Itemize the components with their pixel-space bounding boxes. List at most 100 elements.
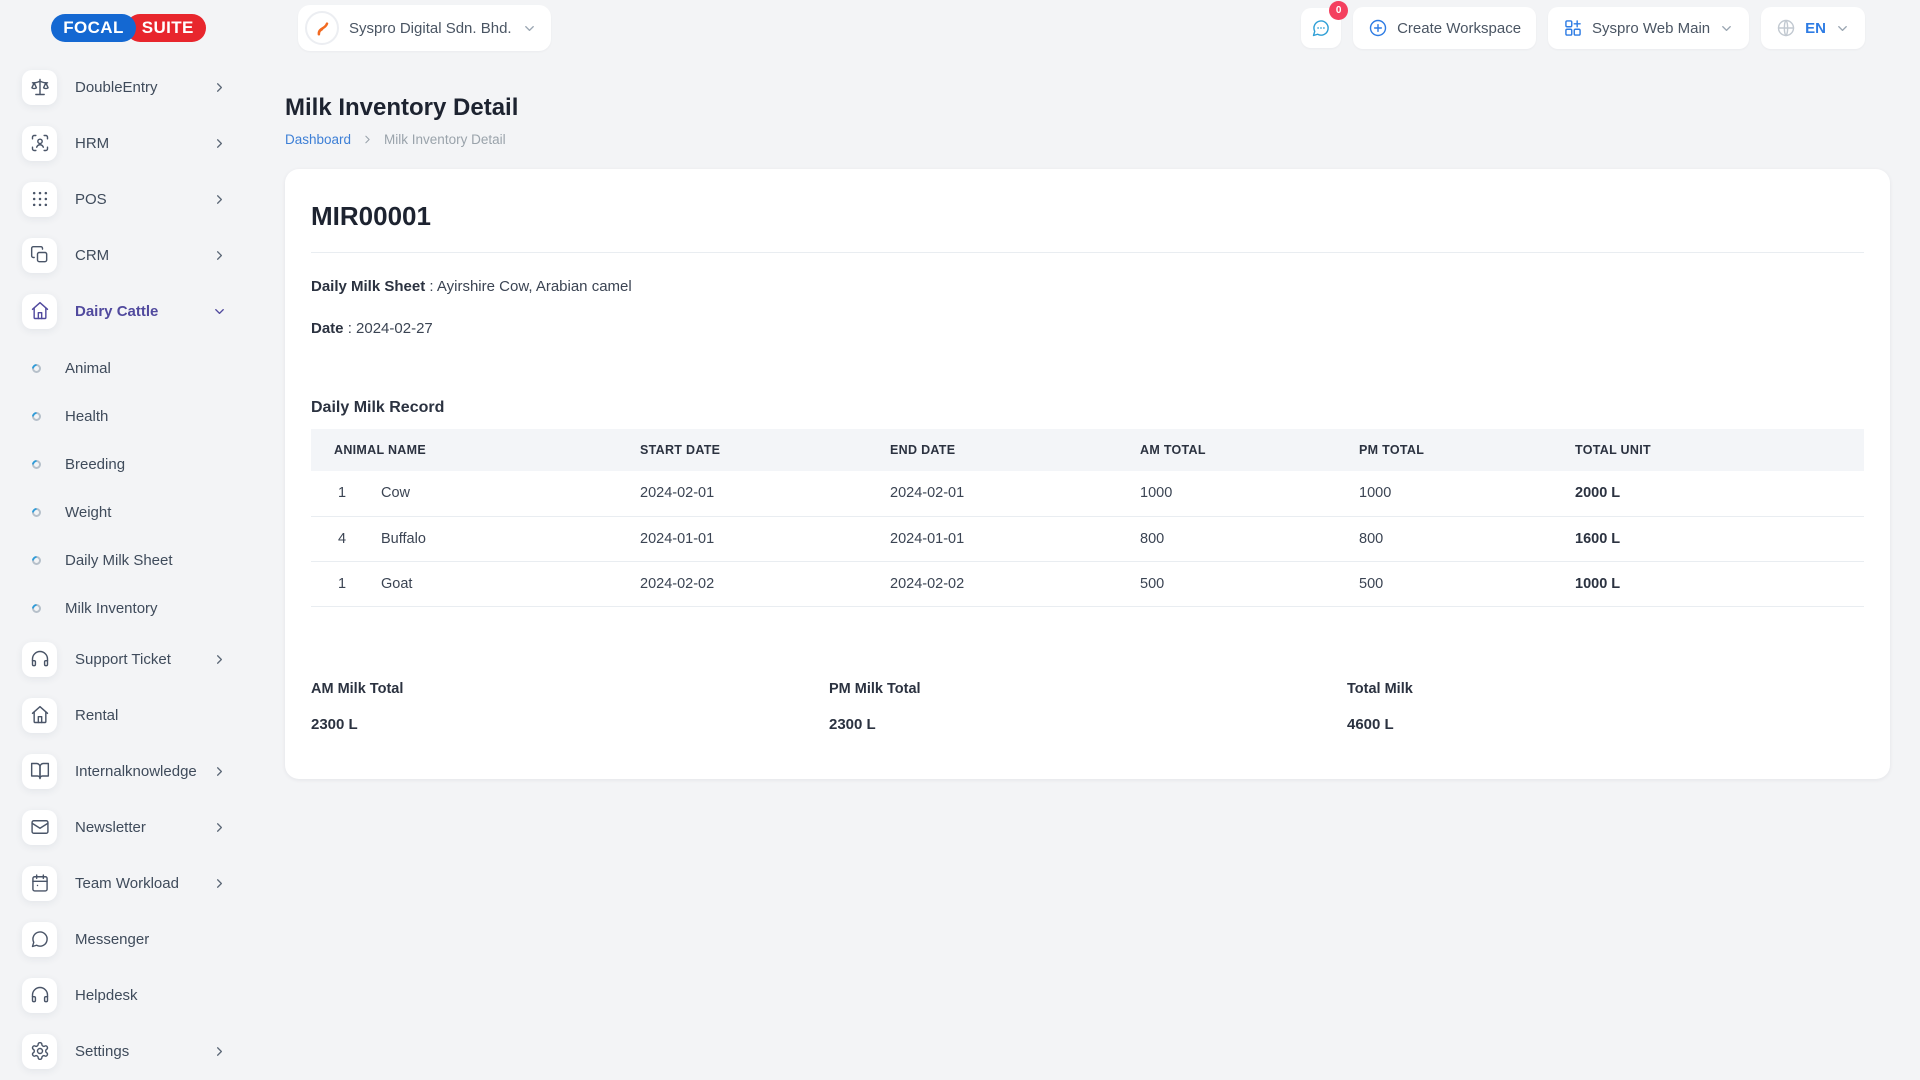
sidebar-item-label: Team Workload [75,875,179,892]
sidebar-item-label: Support Ticket [75,651,171,668]
pm-milk-total-block: PM Milk Total 2300 L [829,681,1347,733]
cell-qty: 1 [311,471,381,516]
pm-milk-total-value: 2300 L [829,716,1347,733]
daily-milk-record-table: ANIMAL NAME START DATE END DATE AM TOTAL… [311,429,1864,607]
sidebar-subitem-label: Animal [65,360,111,377]
language-selector[interactable]: EN [1761,7,1865,49]
chat-button[interactable]: 0 [1301,8,1341,48]
sidebar-subitem-label: Milk Inventory [65,600,158,617]
cell-am-total: 800 [1140,516,1359,561]
main-content: Milk Inventory Detail Dashboard Milk Inv… [257,56,1920,1080]
cell-end-date: 2024-01-01 [890,516,1140,561]
workspace-name: Syspro Web Main [1592,20,1710,37]
organization-selector[interactable]: Syspro Digital Sdn. Bhd. [298,5,551,51]
sidebar-subitem-label: Daily Milk Sheet [65,552,173,569]
user-scan-icon [22,126,57,161]
sidebar-item-label: POS [75,191,107,208]
cell-am-total: 1000 [1140,471,1359,516]
breadcrumb-current: Milk Inventory Detail [384,132,506,147]
workspace-selector[interactable]: Syspro Web Main [1548,7,1749,49]
cell-end-date: 2024-02-02 [890,561,1140,606]
cell-animal-name: Goat [381,561,640,606]
create-workspace-button[interactable]: Create Workspace [1353,7,1536,49]
am-milk-total-label: AM Milk Total [311,681,829,697]
bullet-icon [30,506,43,519]
home-icon [22,294,57,329]
sidebar-item-label: DoubleEntry [75,79,158,96]
sidebar-item-label: HRM [75,135,109,152]
sidebar-item-hrm[interactable]: HRM [22,120,257,166]
sidebar-item-rental[interactable]: Rental [22,692,257,738]
chevron-right-icon [212,764,227,779]
sidebar-item-team-workload[interactable]: Team Workload [22,860,257,906]
cell-total-unit: 2000 L [1575,471,1864,516]
daily-milk-sheet-label: Daily Milk Sheet [311,278,425,295]
record-code: MIR00001 [311,201,1864,232]
breadcrumb-dashboard-link[interactable]: Dashboard [285,132,351,147]
chat-badge: 0 [1329,1,1348,20]
plus-circle-icon [1368,18,1388,38]
sidebar-subitem-daily-milk-sheet[interactable]: Daily Milk Sheet [22,536,257,584]
sidebar-item-settings[interactable]: Settings [22,1028,257,1074]
total-milk-block: Total Milk 4600 L [1347,681,1864,733]
sidebar-item-helpdesk[interactable]: Helpdesk [22,972,257,1018]
col-header-start-date: START DATE [640,429,890,471]
bullet-icon [30,458,43,471]
chevron-down-icon [212,304,227,319]
sidebar-item-label: Settings [75,1043,129,1060]
chevron-right-icon [212,820,227,835]
organization-logo-icon [305,11,339,45]
daily-milk-sheet-line: Daily Milk Sheet : Ayirshire Cow, Arabia… [311,278,1864,295]
sidebar-item-messenger[interactable]: Messenger [22,916,257,962]
cell-pm-total: 800 [1359,516,1575,561]
sidebar-item-doubleentry[interactable]: DoubleEntry [22,64,257,110]
chevron-right-icon [212,192,227,207]
grid-dots-icon [22,182,57,217]
mail-icon [22,810,57,845]
daily-milk-record-title: Daily Milk Record [311,399,1864,417]
bullet-icon [30,554,43,567]
milk-inventory-detail-card: MIR00001 Daily Milk Sheet : Ayirshire Co… [285,169,1890,779]
sidebar-item-label: Newsletter [75,819,146,836]
page-title: Milk Inventory Detail [285,94,1890,122]
chevron-right-icon [212,136,227,151]
sidebar-subitem-weight[interactable]: Weight [22,488,257,536]
cell-total-unit: 1600 L [1575,516,1864,561]
totals-summary: AM Milk Total 2300 L PM Milk Total 2300 … [311,681,1864,733]
date-label: Date [311,320,344,337]
sidebar-item-pos[interactable]: POS [22,176,257,222]
cell-total-unit: 1000 L [1575,561,1864,606]
am-milk-total-block: AM Milk Total 2300 L [311,681,829,733]
sidebar-item-dairy-cattle[interactable]: Dairy Cattle [22,288,257,334]
table-row: 1 Cow 2024-02-01 2024-02-01 1000 1000 20… [311,471,1864,516]
total-milk-label: Total Milk [1347,681,1864,697]
sidebar-item-newsletter[interactable]: Newsletter [22,804,257,850]
table-row: 4 Buffalo 2024-01-01 2024-01-01 800 800 … [311,516,1864,561]
sidebar-item-label: Internalknowledge [75,763,197,780]
cell-animal-name: Cow [381,471,640,516]
breadcrumb: Dashboard Milk Inventory Detail [285,132,1890,147]
col-header-end-date: END DATE [890,429,1140,471]
logo-focal: FOCAL [51,14,136,42]
sidebar-item-internalknowledge[interactable]: Internalknowledge [22,748,257,794]
sidebar-subitem-breeding[interactable]: Breeding [22,440,257,488]
cell-start-date: 2024-02-01 [640,471,890,516]
chat-icon [1311,18,1331,38]
sidebar-item-crm[interactable]: CRM [22,232,257,278]
sidebar-subitem-health[interactable]: Health [22,392,257,440]
chevron-down-icon [1835,21,1850,36]
sidebar-subitem-milk-inventory[interactable]: Milk Inventory [22,584,257,632]
sidebar-subitem-animal[interactable]: Animal [22,344,257,392]
chevron-right-icon [212,876,227,891]
breadcrumb-separator-icon [361,133,374,146]
chevron-right-icon [212,652,227,667]
book-icon [22,754,57,789]
bullet-icon [30,410,43,423]
sidebar-item-label: Rental [75,707,118,724]
divider [311,252,1864,253]
date-value: : 2024-02-27 [348,320,433,337]
cell-end-date: 2024-02-01 [890,471,1140,516]
chevron-down-icon [1719,21,1734,36]
sidebar-item-support-ticket[interactable]: Support Ticket [22,636,257,682]
squares-icon [22,238,57,273]
